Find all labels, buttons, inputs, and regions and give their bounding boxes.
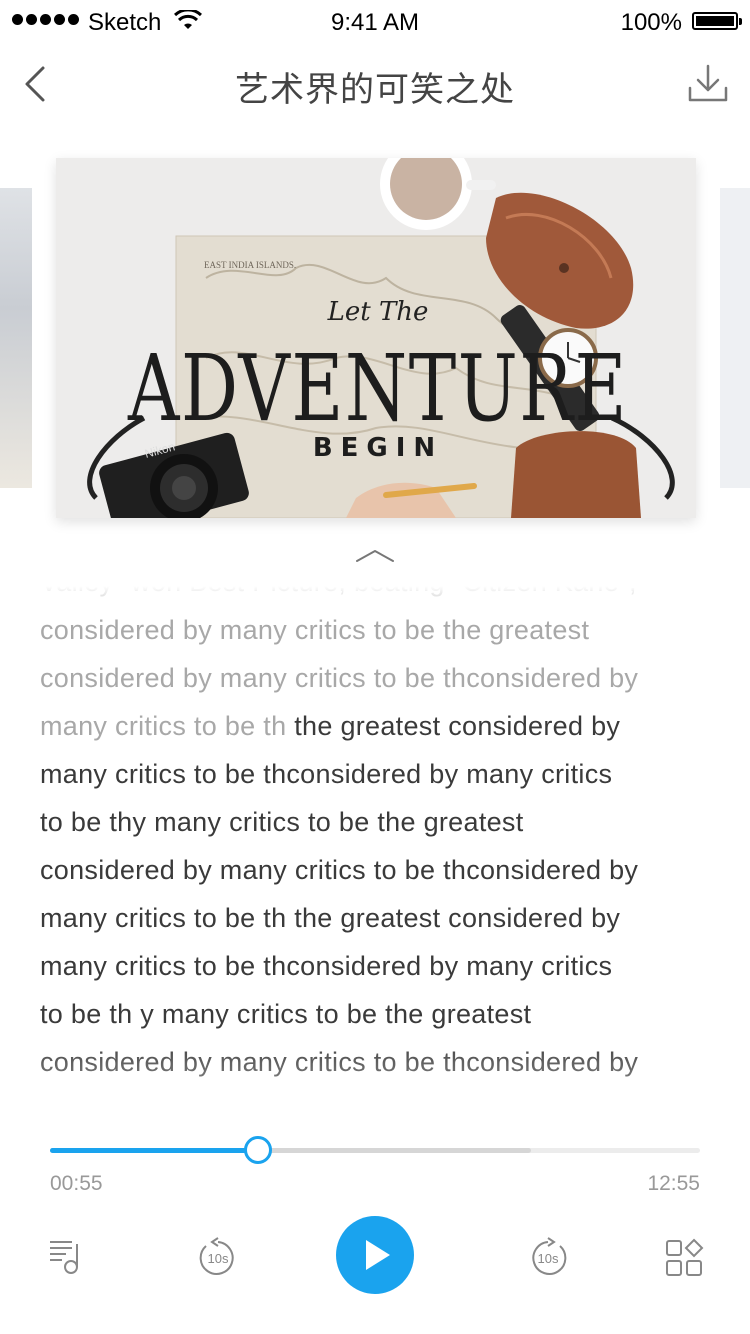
map-label: EAST INDIA ISLANDS. [204, 260, 296, 270]
forward-10s-icon[interactable]: 10s [526, 1236, 570, 1280]
transcript-line-upcoming: considered by many critics to be thconsi… [40, 855, 639, 885]
current-time: 00:55 [50, 1172, 103, 1195]
album-cover-image[interactable]: EAST INDIA ISLANDS. Nikon Let The ADVENT… [56, 158, 696, 518]
transcript-line: many critics to be th the greatest consi… [40, 702, 720, 750]
collapse-chevron-up-icon[interactable] [355, 545, 395, 567]
total-time: 12:55 [647, 1172, 700, 1195]
transcript-line-upcoming: to be th y many critics to be the greate… [40, 999, 532, 1029]
transcript-line-played: considered by many critics to be thconsi… [40, 663, 639, 693]
playback-progress-slider[interactable] [50, 1135, 700, 1165]
apps-grid-icon[interactable] [664, 1238, 704, 1278]
transcript-line: many critics to be thconsidered by many … [40, 750, 720, 798]
transcript-line: considered by many critics to be thconsi… [40, 846, 720, 894]
cover-text-adventure: ADVENTURE [127, 335, 628, 442]
playlist-icon[interactable] [46, 1236, 86, 1276]
next-cover[interactable] [720, 188, 750, 488]
transcript-lines: Valley" won Best Picture, beating "Citiz… [40, 578, 720, 1086]
transcript-line-played: considered by many critics to be the gre… [40, 615, 590, 645]
status-bar: Sketch 9:41 AM 100% [0, 0, 750, 40]
played-bar [50, 1148, 258, 1153]
transcript-line-upcoming: many critics to be th the greatest consi… [40, 903, 621, 933]
transcript-line: many critics to be th the greatest consi… [40, 894, 720, 942]
transcript-line-upcoming: many critics to be thconsidered by many … [40, 951, 613, 981]
transcript-line-upcoming: the greatest considered by [294, 711, 621, 741]
transcript-line-upcoming: to be thy many critics to be the greates… [40, 807, 524, 837]
previous-cover[interactable] [0, 188, 32, 488]
cover-text-begin: BEGIN [313, 433, 443, 463]
download-icon[interactable] [684, 60, 732, 108]
battery-percentage: 100% [620, 9, 682, 36]
progress-thumb[interactable] [244, 1136, 272, 1164]
battery-icon [692, 12, 742, 30]
navigation-bar: 艺术界的可笑之处 [0, 40, 750, 128]
forward-label: 10s [538, 1251, 559, 1266]
transcript-line: to be thy many critics to be the greates… [40, 798, 720, 846]
cover-carousel[interactable]: EAST INDIA ISLANDS. Nikon Let The ADVENT… [0, 150, 750, 530]
page-title: 艺术界的可笑之处 [235, 71, 515, 109]
play-icon [366, 1240, 390, 1270]
transcript-line-upcoming: many critics to be thconsidered by many … [40, 759, 613, 789]
cover-text-let-the: Let The [327, 297, 429, 327]
play-button[interactable] [336, 1216, 414, 1294]
transcript-line-played: many critics to be th [40, 711, 295, 741]
transcript-line: to be th y many critics to be the greate… [40, 990, 720, 1038]
transcript-line-upcoming: considered by many critics to be thconsi… [40, 1047, 639, 1077]
transcript-line: many critics to be thconsidered by many … [40, 942, 720, 990]
rewind-label: 10s [208, 1251, 229, 1266]
transcript-line: considered by many critics to be thconsi… [40, 654, 720, 702]
transcript-line: considered by many critics to be thconsi… [40, 1038, 720, 1086]
rewind-10s-icon[interactable]: 10s [196, 1236, 240, 1280]
transcript-text[interactable]: Valley" won Best Picture, beating "Citiz… [40, 578, 720, 1108]
